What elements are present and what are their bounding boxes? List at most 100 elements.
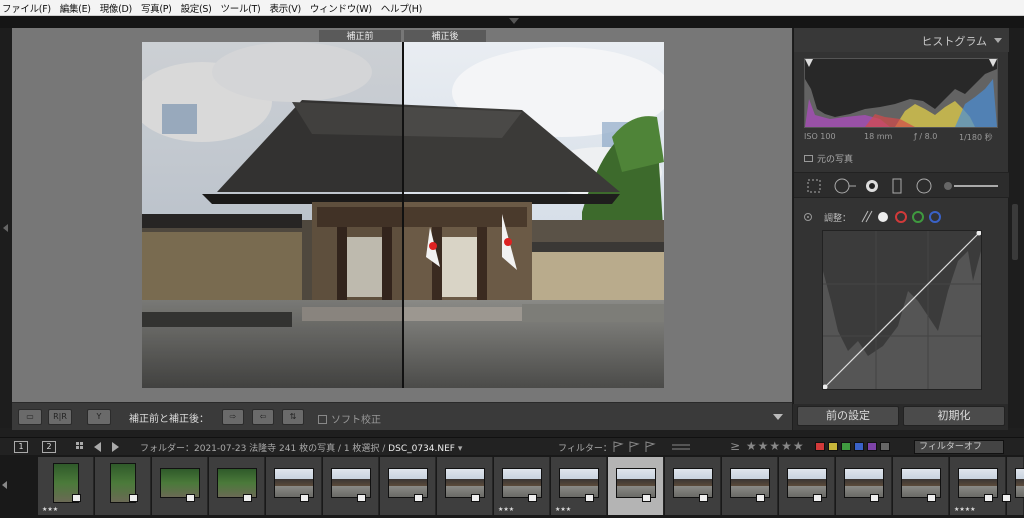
swap-icon: ⇅ bbox=[289, 412, 297, 421]
toolbar-menu-icon[interactable] bbox=[773, 414, 783, 420]
copy-before-to-after-button[interactable]: ⇨ bbox=[222, 409, 244, 425]
edited-badge-icon bbox=[813, 494, 822, 502]
filmstrip-thumbnail[interactable]: ★★★ bbox=[494, 457, 550, 515]
crop-icon[interactable] bbox=[807, 179, 821, 193]
adjust-label: 調整： bbox=[824, 214, 852, 224]
filter-preset-select[interactable]: フィルターオフ bbox=[914, 440, 1004, 454]
histogram[interactable] bbox=[804, 58, 998, 128]
yellow-label-filter[interactable] bbox=[828, 442, 838, 451]
scrollbar-thumb[interactable] bbox=[1012, 204, 1018, 260]
prev-arrow-icon[interactable] bbox=[94, 442, 101, 452]
menu-item[interactable]: ツール(T) bbox=[221, 1, 261, 15]
filmstrip: ★★★ ★★★ ★★★ ★★★★ bbox=[0, 455, 1024, 518]
filmstrip-thumbnail[interactable]: ★★★ bbox=[38, 457, 94, 515]
filmstrip-thumbnail[interactable] bbox=[665, 457, 721, 515]
exif-info: ISO 100 18 mm ƒ / 8.0 1/180 秒 bbox=[804, 132, 998, 144]
filmstrip-thumbnail[interactable] bbox=[266, 457, 322, 515]
menu-item[interactable]: 写真(P) bbox=[141, 1, 172, 15]
menu-item[interactable]: ウィンドウ(W) bbox=[310, 1, 372, 15]
edited-badge-icon bbox=[243, 494, 252, 502]
next-arrow-icon[interactable] bbox=[112, 442, 119, 452]
filmstrip-thumbnail[interactable] bbox=[437, 457, 493, 515]
checkbox-icon[interactable] bbox=[318, 415, 327, 424]
menu-item[interactable]: ファイル(F) bbox=[2, 1, 51, 15]
edited-badge-icon bbox=[984, 494, 993, 502]
filmstrip-thumbnail[interactable]: ★★★ bbox=[551, 457, 607, 515]
radial-filter-icon[interactable] bbox=[916, 178, 932, 194]
filter-preset-value: フィルターオフ bbox=[919, 442, 982, 452]
secondary-display-button[interactable]: 2 bbox=[42, 441, 56, 453]
gray-label-filter[interactable] bbox=[880, 442, 890, 451]
viewer-toolbar: ▭ R|R Y 補正前と補正後： ⇨ ⇦ ⇅ ソフト校正 bbox=[12, 402, 792, 430]
before-after-split-button[interactable]: Y bbox=[87, 409, 111, 425]
primary-display-button[interactable]: 1 bbox=[14, 441, 28, 453]
filmstrip-thumbnail[interactable] bbox=[152, 457, 208, 515]
split-icon: Y bbox=[96, 412, 102, 421]
red-eye-icon[interactable] bbox=[866, 180, 878, 192]
loupe-icon: ▭ bbox=[26, 412, 34, 421]
folder-info[interactable]: フォルダー：2021-07-23 法隆寺 241 枚の写真 / 1 枚選択 / … bbox=[140, 441, 462, 454]
edited-badge-icon bbox=[756, 494, 765, 502]
copy-after-to-before-button[interactable]: ⇦ bbox=[252, 409, 274, 425]
menu-item[interactable]: 表示(V) bbox=[269, 1, 301, 15]
filmstrip-thumbnail[interactable] bbox=[722, 457, 778, 515]
shutter-speed: 1/180 秒 bbox=[959, 133, 993, 142]
before-after-view-button[interactable]: R|R bbox=[48, 409, 72, 425]
collapse-icon[interactable] bbox=[994, 38, 1002, 43]
original-photo-toggle[interactable]: 元の写真 bbox=[804, 152, 853, 165]
before-after-photo[interactable] bbox=[142, 42, 664, 388]
filmstrip-thumbnail[interactable] bbox=[95, 457, 151, 515]
reset-button[interactable]: 初期化 bbox=[903, 406, 1005, 426]
loupe-view-button[interactable]: ▭ bbox=[18, 409, 42, 425]
green-channel-icon[interactable] bbox=[912, 211, 924, 223]
photo-viewer: 補正前 補正後 bbox=[12, 28, 792, 402]
flag-filter-icon[interactable] bbox=[613, 441, 656, 452]
rating-filter-icon[interactable] bbox=[672, 444, 690, 450]
grid-icon[interactable] bbox=[76, 442, 83, 449]
filmstrip-thumbnail[interactable] bbox=[836, 457, 892, 515]
filmstrip-thumbnail[interactable] bbox=[779, 457, 835, 515]
star-filter[interactable]: ≥ ★★★★★ bbox=[730, 439, 805, 453]
menu-item[interactable]: 設定(S) bbox=[181, 1, 212, 15]
filmstrip-thumbnail[interactable]: ★★★★ bbox=[950, 457, 1006, 515]
compare-label: 補正前と補正後： bbox=[129, 414, 209, 425]
top-panel-toggle[interactable] bbox=[0, 16, 1024, 28]
blue-channel-icon[interactable] bbox=[929, 211, 941, 223]
filmstrip-thumbnail[interactable] bbox=[209, 457, 265, 515]
histogram-header[interactable]: ヒストグラム bbox=[794, 28, 1009, 52]
red-channel-icon[interactable] bbox=[895, 211, 907, 223]
red-label-filter[interactable] bbox=[815, 442, 825, 451]
before-after-icon: R|R bbox=[53, 412, 67, 421]
checkbox-icon[interactable] bbox=[804, 155, 813, 162]
purple-label-filter[interactable] bbox=[867, 442, 877, 451]
filename: DSC_0734.NEF bbox=[388, 444, 455, 454]
soft-proof-toggle[interactable]: ソフト校正 bbox=[318, 411, 381, 426]
blue-label-filter[interactable] bbox=[854, 442, 864, 451]
filmstrip-thumbnail[interactable] bbox=[380, 457, 436, 515]
filmstrip-thumbnail[interactable] bbox=[323, 457, 379, 515]
green-label-filter[interactable] bbox=[841, 442, 851, 451]
tone-curve-graph[interactable] bbox=[822, 230, 982, 390]
filmstrip-left-arrow-icon[interactable] bbox=[2, 481, 7, 489]
filmstrip-thumbnail[interactable] bbox=[1002, 457, 1024, 515]
brush-icon[interactable] bbox=[944, 182, 998, 190]
previous-settings-button[interactable]: 前の設定 bbox=[797, 406, 899, 426]
edited-badge-icon bbox=[642, 494, 651, 502]
filmstrip-thumbnail[interactable] bbox=[608, 457, 664, 515]
menu-item[interactable]: 現像(D) bbox=[100, 1, 133, 15]
edited-badge-icon bbox=[186, 494, 195, 502]
thumbnail-rating: ★★★ bbox=[498, 506, 515, 513]
swap-before-after-button[interactable]: ⇅ bbox=[282, 409, 304, 425]
thumbnail-image bbox=[1015, 468, 1024, 498]
left-panel-toggle[interactable] bbox=[0, 28, 12, 428]
point-curve-white-icon[interactable] bbox=[878, 212, 888, 222]
menu-item[interactable]: 編集(E) bbox=[60, 1, 91, 15]
aperture: ƒ / 8.0 bbox=[914, 132, 938, 141]
right-panel-scrollbar[interactable] bbox=[1008, 28, 1024, 428]
parametric-curve-icon[interactable] bbox=[861, 210, 873, 223]
filmstrip-thumbnail[interactable] bbox=[893, 457, 949, 515]
spot-removal-icon[interactable] bbox=[834, 178, 856, 194]
edited-badge-icon bbox=[414, 494, 423, 502]
graduated-filter-icon[interactable] bbox=[892, 178, 902, 194]
menu-item[interactable]: ヘルプ(H) bbox=[381, 1, 423, 15]
